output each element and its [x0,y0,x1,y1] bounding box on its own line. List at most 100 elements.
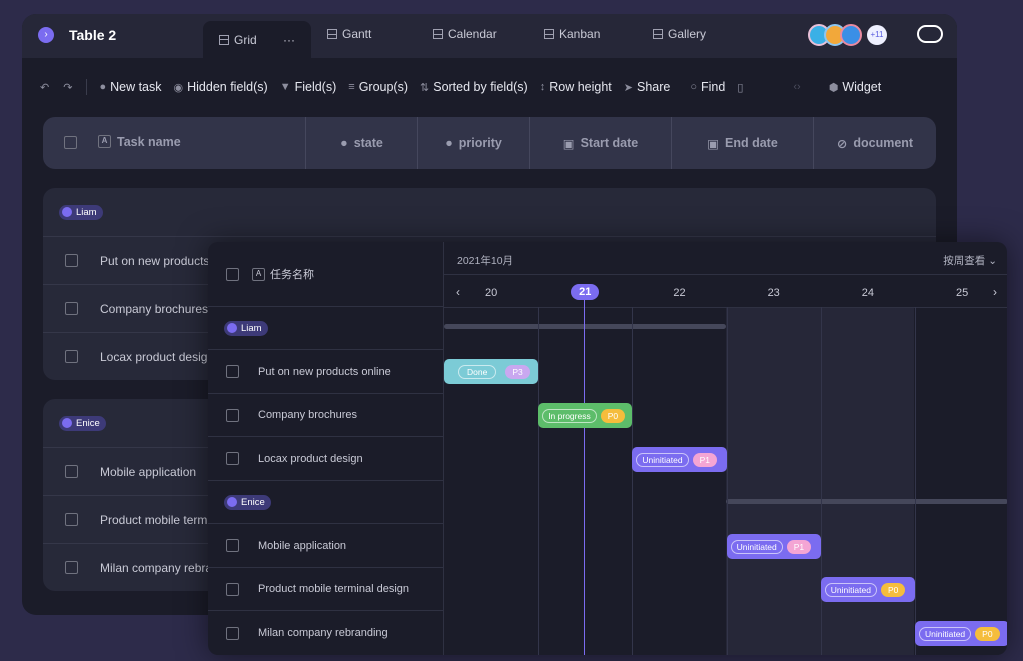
task-bar[interactable]: DoneP3 [444,359,538,384]
cloud-sync-icon[interactable] [917,25,943,43]
select-all-checkbox[interactable] [64,136,77,149]
new-task-button[interactable]: ●New task [99,80,161,94]
day-label[interactable]: 25 [942,287,982,299]
gantt-timeline: 2021年10月 按周查看 ⌄ ‹ › 202122232425DoneP3In… [443,242,1007,655]
tab-gantt[interactable]: Gantt [327,27,371,41]
state-badge: Done [458,365,496,379]
day-label[interactable]: 21 [571,284,599,300]
task-bar[interactable]: In progressP0 [538,403,632,428]
divider [86,79,87,95]
gantt-row[interactable]: Product mobile terminal design [208,568,443,611]
day-label[interactable]: 23 [754,287,794,299]
today-line [584,299,585,655]
column-end-date[interactable]: ▣End date [671,117,813,169]
gantt-row[interactable]: Milan company rebranding [208,611,443,655]
select-all-checkbox[interactable] [226,268,239,281]
cube-icon: ⬢ [829,81,839,94]
row-checkbox[interactable] [226,409,239,422]
select-icon: ● [445,136,453,150]
column-priority[interactable]: ●priority [417,117,529,169]
column-start-date[interactable]: ▣Start date [529,117,671,169]
row-checkbox[interactable] [65,513,78,526]
gantt-row[interactable]: Locax product design [208,437,443,481]
avatar [62,207,72,217]
label: 按周查看 [943,255,985,267]
label: Find [701,80,725,94]
label: Task name [117,135,181,149]
row-checkbox[interactable] [65,561,78,574]
row-checkbox[interactable] [65,350,78,363]
hidden-fields-button[interactable]: ◉Hidden field(s) [174,80,268,94]
tab-label: Gallery [668,27,706,41]
tab-label: Grid [234,33,257,47]
day-label[interactable]: 22 [660,287,700,299]
state-badge: In progress [542,409,597,423]
row-height-icon: ↕ [540,81,546,93]
column-task-name[interactable]: ATask name [98,135,181,149]
row-checkbox[interactable] [226,627,239,640]
row-checkbox[interactable] [226,583,239,596]
tab-gallery[interactable]: Gallery [653,27,706,41]
column-document[interactable]: ⊘document [813,117,936,169]
share-button[interactable]: ➤Share [624,80,671,94]
day-gridline [727,307,728,655]
grid-icon [219,35,229,45]
group-summary-bar [726,499,1007,504]
prev-week-button[interactable]: ‹ [456,285,460,299]
row-checkbox[interactable] [226,539,239,552]
label: New task [110,80,161,94]
column-state[interactable]: ●state [305,117,417,169]
task-name: Locax product design [100,350,214,364]
day-label[interactable]: 24 [848,287,888,299]
group-tag: Liam [59,205,103,220]
state-badge: Uninitiated [636,453,688,467]
row-height-button[interactable]: ↕Row height [540,80,612,94]
tab-kanban[interactable]: Kanban [544,27,600,41]
label: Liam [241,323,262,334]
filter-button[interactable]: ▼Field(s) [280,80,337,94]
code-icon[interactable]: ‹› [793,81,800,93]
label: Liam [76,207,97,218]
more-icon[interactable]: ··· [283,33,295,47]
task-name: Product mobile terminal design [258,583,409,595]
gantt-row[interactable]: Mobile application [208,524,443,568]
widget-button[interactable]: ⬢Widget [829,80,882,94]
gantt-group-enice: Enice [208,481,443,524]
redo-icon[interactable]: ↷ [63,81,72,94]
sort-icon: ⇅ [420,81,429,94]
row-checkbox[interactable] [65,254,78,267]
row-checkbox[interactable] [226,365,239,378]
export-icon[interactable]: ▯ [737,81,743,94]
state-badge: Uninitiated [825,583,877,597]
gantt-row[interactable]: Company brochures [208,394,443,437]
day-label[interactable]: 20 [471,287,511,299]
task-name: Put on new products online [258,366,391,378]
task-bar[interactable]: UninitiatedP1 [632,447,726,472]
label: 任务名称 [270,266,314,282]
group-button[interactable]: ≡Group(s) [348,80,408,94]
task-name: Locax product design [258,453,363,465]
row-checkbox[interactable] [65,302,78,315]
tab-calendar[interactable]: Calendar [433,27,497,41]
row-checkbox[interactable] [226,452,239,465]
expand-icon[interactable]: › [38,27,54,43]
day-gridline [538,307,539,655]
sort-button[interactable]: ⇅ Sorted by field(s) [420,80,528,94]
more-collaborators-badge[interactable]: +11 [867,25,887,45]
task-bar[interactable]: UninitiatedP0 [821,577,915,602]
label: Sorted by field(s) [433,80,527,94]
task-bar[interactable]: UninitiatedP0 [915,621,1007,646]
next-week-button[interactable]: › [993,285,997,299]
row-checkbox[interactable] [65,465,78,478]
select-icon: ● [340,136,348,150]
label: Group(s) [359,80,408,94]
collaborators[interactable]: +11 [808,24,887,46]
task-bar[interactable]: UninitiatedP1 [727,534,821,559]
title-bar: › Table 2 Grid··· Gantt Calendar Kanban … [22,14,957,58]
undo-icon[interactable]: ↶ [40,81,49,94]
find-button[interactable]: ○Find [690,80,725,94]
tab-grid[interactable]: Grid ··· [203,21,311,58]
gantt-row[interactable]: Put on new products online [208,350,443,394]
view-mode-dropdown[interactable]: 按周查看 ⌄ [943,253,997,268]
attachment-icon: ⊘ [837,136,847,151]
